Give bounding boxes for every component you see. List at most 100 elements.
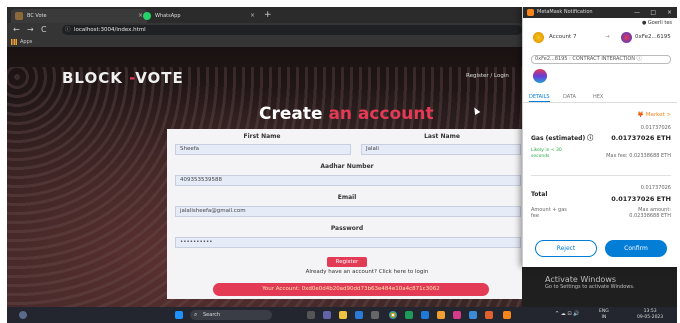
webpage: BLOCK -VOTE Register / Login Create an a… <box>7 47 522 307</box>
tab-data[interactable]: DATA <box>563 94 576 100</box>
first-name-field[interactable]: Sheefa <box>175 144 351 155</box>
apps-grid-icon <box>11 39 17 45</box>
mail-icon[interactable] <box>355 311 363 319</box>
date-text: 09-05-2023 <box>637 315 664 320</box>
network-badge[interactable]: ● Goerli tes <box>523 18 677 28</box>
app-icon[interactable] <box>405 311 413 319</box>
login-link[interactable]: Already have an account? Click here to l… <box>277 269 457 275</box>
dapp-avatar-icon <box>533 69 547 83</box>
search-icon: ⌕ <box>194 311 198 318</box>
file-explorer-icon[interactable] <box>339 311 347 319</box>
tab-whatsapp[interactable]: WhatsApp × <box>139 9 259 23</box>
url-text: localhost:3004/index.html <box>74 27 146 33</box>
tab-label: WhatsApp <box>155 13 181 19</box>
metamask-popup: MetaMask Notification — □ × ● Goerli tes… <box>522 7 677 267</box>
contract-interaction-badge: 0xFe2...8195 : CONTRACT INTERACTION ⓘ <box>531 55 671 64</box>
url-input[interactable]: ⓘ localhost:3004/index.html <box>62 25 522 35</box>
title-part1: Create <box>259 104 329 124</box>
tab-details[interactable]: DETAILS <box>529 94 550 102</box>
tab-bc-vote[interactable]: BC Vote × <box>11 9 147 23</box>
account-address-banner: Your Account: 0xd0e0d4b20ad90dd73b63e484… <box>213 283 489 296</box>
vscode-icon[interactable] <box>421 311 429 319</box>
site-info-icon[interactable]: ⓘ <box>65 25 71 35</box>
from-account[interactable]: Account 7 <box>549 31 576 43</box>
total-label: Total <box>531 191 548 198</box>
windows-start-icon[interactable] <box>175 311 183 319</box>
logo-text-block: BLOCK <box>62 69 123 87</box>
logo-text-vote: VOTE <box>135 69 184 87</box>
page-title: Create an account <box>259 104 434 124</box>
back-arrow-icon[interactable]: ← <box>13 24 20 36</box>
metamask-fox-icon <box>527 9 534 16</box>
activate-windows-watermark: Activate Windows Go to Settings to activ… <box>545 275 635 290</box>
activate-title: Activate Windows <box>545 275 617 284</box>
windows-taskbar: ⌕ Search ^ ☁ ⊡ 🔊 ENG IN 13:53 09-05-2023 <box>7 307 677 323</box>
minimize-button[interactable]: — <box>634 7 640 18</box>
tray-icons[interactable]: ^ ☁ ⊡ 🔊 <box>555 311 579 317</box>
close-window-button[interactable]: × <box>667 7 672 18</box>
forward-arrow-icon[interactable]: → <box>27 24 34 36</box>
aadhar-label: Aadhar Number <box>320 163 374 170</box>
likely-time: Likely in < 30 seconds <box>531 148 562 159</box>
first-name-label: First Name <box>243 133 281 140</box>
tab-hex[interactable]: HEX <box>593 94 603 100</box>
weather-icon[interactable] <box>19 311 27 319</box>
desktop-screen: BC Vote × WhatsApp × + ← → C ⓘ localhost… <box>7 7 677 323</box>
store-icon[interactable] <box>469 311 477 319</box>
site-favicon-icon <box>15 12 23 20</box>
total-value: 0.01737026 ETH <box>611 195 671 203</box>
account-avatar-icon <box>533 32 544 43</box>
whatsapp-icon <box>143 12 151 20</box>
divider <box>531 175 671 176</box>
new-tab-button[interactable]: + <box>264 9 272 21</box>
taskbar-search[interactable]: ⌕ Search <box>190 310 272 320</box>
to-account[interactable]: 0xFe2...6195 <box>635 31 671 43</box>
last-name-label: Last Name <box>424 133 460 140</box>
total-secondary-value: 0.01737026 <box>640 185 671 191</box>
bookmark-apps[interactable]: Apps <box>20 39 32 45</box>
market-estimate-button[interactable]: 🦊 Market > <box>637 112 671 118</box>
tab-label: BC Vote <box>27 13 47 19</box>
reject-button[interactable]: Reject <box>535 240 597 257</box>
site-logo[interactable]: BLOCK -VOTE <box>62 69 184 87</box>
metamask-taskbar-icon[interactable] <box>503 311 511 319</box>
amount-gas-label: Amount + gas fee <box>531 207 567 219</box>
max-fee: Max fee: 0.02338688 ETH <box>606 153 671 159</box>
max-amount: Max amount: 0.02338688 ETH <box>629 207 671 219</box>
register-button[interactable]: Register <box>327 257 367 267</box>
gas-label: Gas (estimated) ⓘ <box>531 135 594 142</box>
app-icon-3[interactable] <box>485 311 493 319</box>
metamask-window-title: MetaMask Notification <box>537 9 593 15</box>
reload-icon[interactable]: C <box>41 24 47 36</box>
gas-value: 0.01737026 ETH <box>611 134 671 142</box>
calculator-icon[interactable] <box>371 311 379 319</box>
folder-icon[interactable] <box>437 311 445 319</box>
language-indicator[interactable]: ENG IN <box>599 309 609 321</box>
metamask-tabs: DETAILS DATA HEX <box>523 93 677 103</box>
search-label: Search <box>203 312 221 318</box>
clock[interactable]: 13:53 09-05-2023 <box>637 309 663 321</box>
app-icon-2[interactable] <box>453 311 461 319</box>
arrow-right-icon: → <box>605 34 610 40</box>
password-field[interactable]: •••••••••• <box>175 237 521 248</box>
email-field[interactable]: jalalisheefa@gmail.com <box>175 206 521 217</box>
teams-icon[interactable] <box>323 311 331 319</box>
aadhar-field[interactable]: 409353539588 <box>175 175 521 186</box>
metamask-titlebar: MetaMask Notification — □ × <box>523 7 677 18</box>
signup-form: First Name Last Name Sheefa Jalali Aadha… <box>167 129 522 299</box>
maximize-button[interactable]: □ <box>650 7 656 18</box>
register-login-link[interactable]: Register / Login <box>466 73 509 79</box>
task-view-icon[interactable] <box>307 311 315 319</box>
password-label: Password <box>330 225 364 232</box>
gas-secondary-value: 0.01737026 <box>640 125 671 131</box>
email-label: Email <box>337 194 357 201</box>
contract-avatar-icon <box>621 32 632 43</box>
title-part2: an account <box>328 104 434 124</box>
logo-dash: - <box>122 69 136 87</box>
activate-subtitle: Go to Settings to activate Windows. <box>545 284 635 290</box>
chrome-icon[interactable] <box>389 311 397 319</box>
region-text: IN <box>601 315 607 320</box>
last-name-field[interactable]: Jalali <box>361 144 521 155</box>
close-tab-icon[interactable]: × <box>250 9 255 23</box>
confirm-button[interactable]: Confirm <box>605 240 667 257</box>
